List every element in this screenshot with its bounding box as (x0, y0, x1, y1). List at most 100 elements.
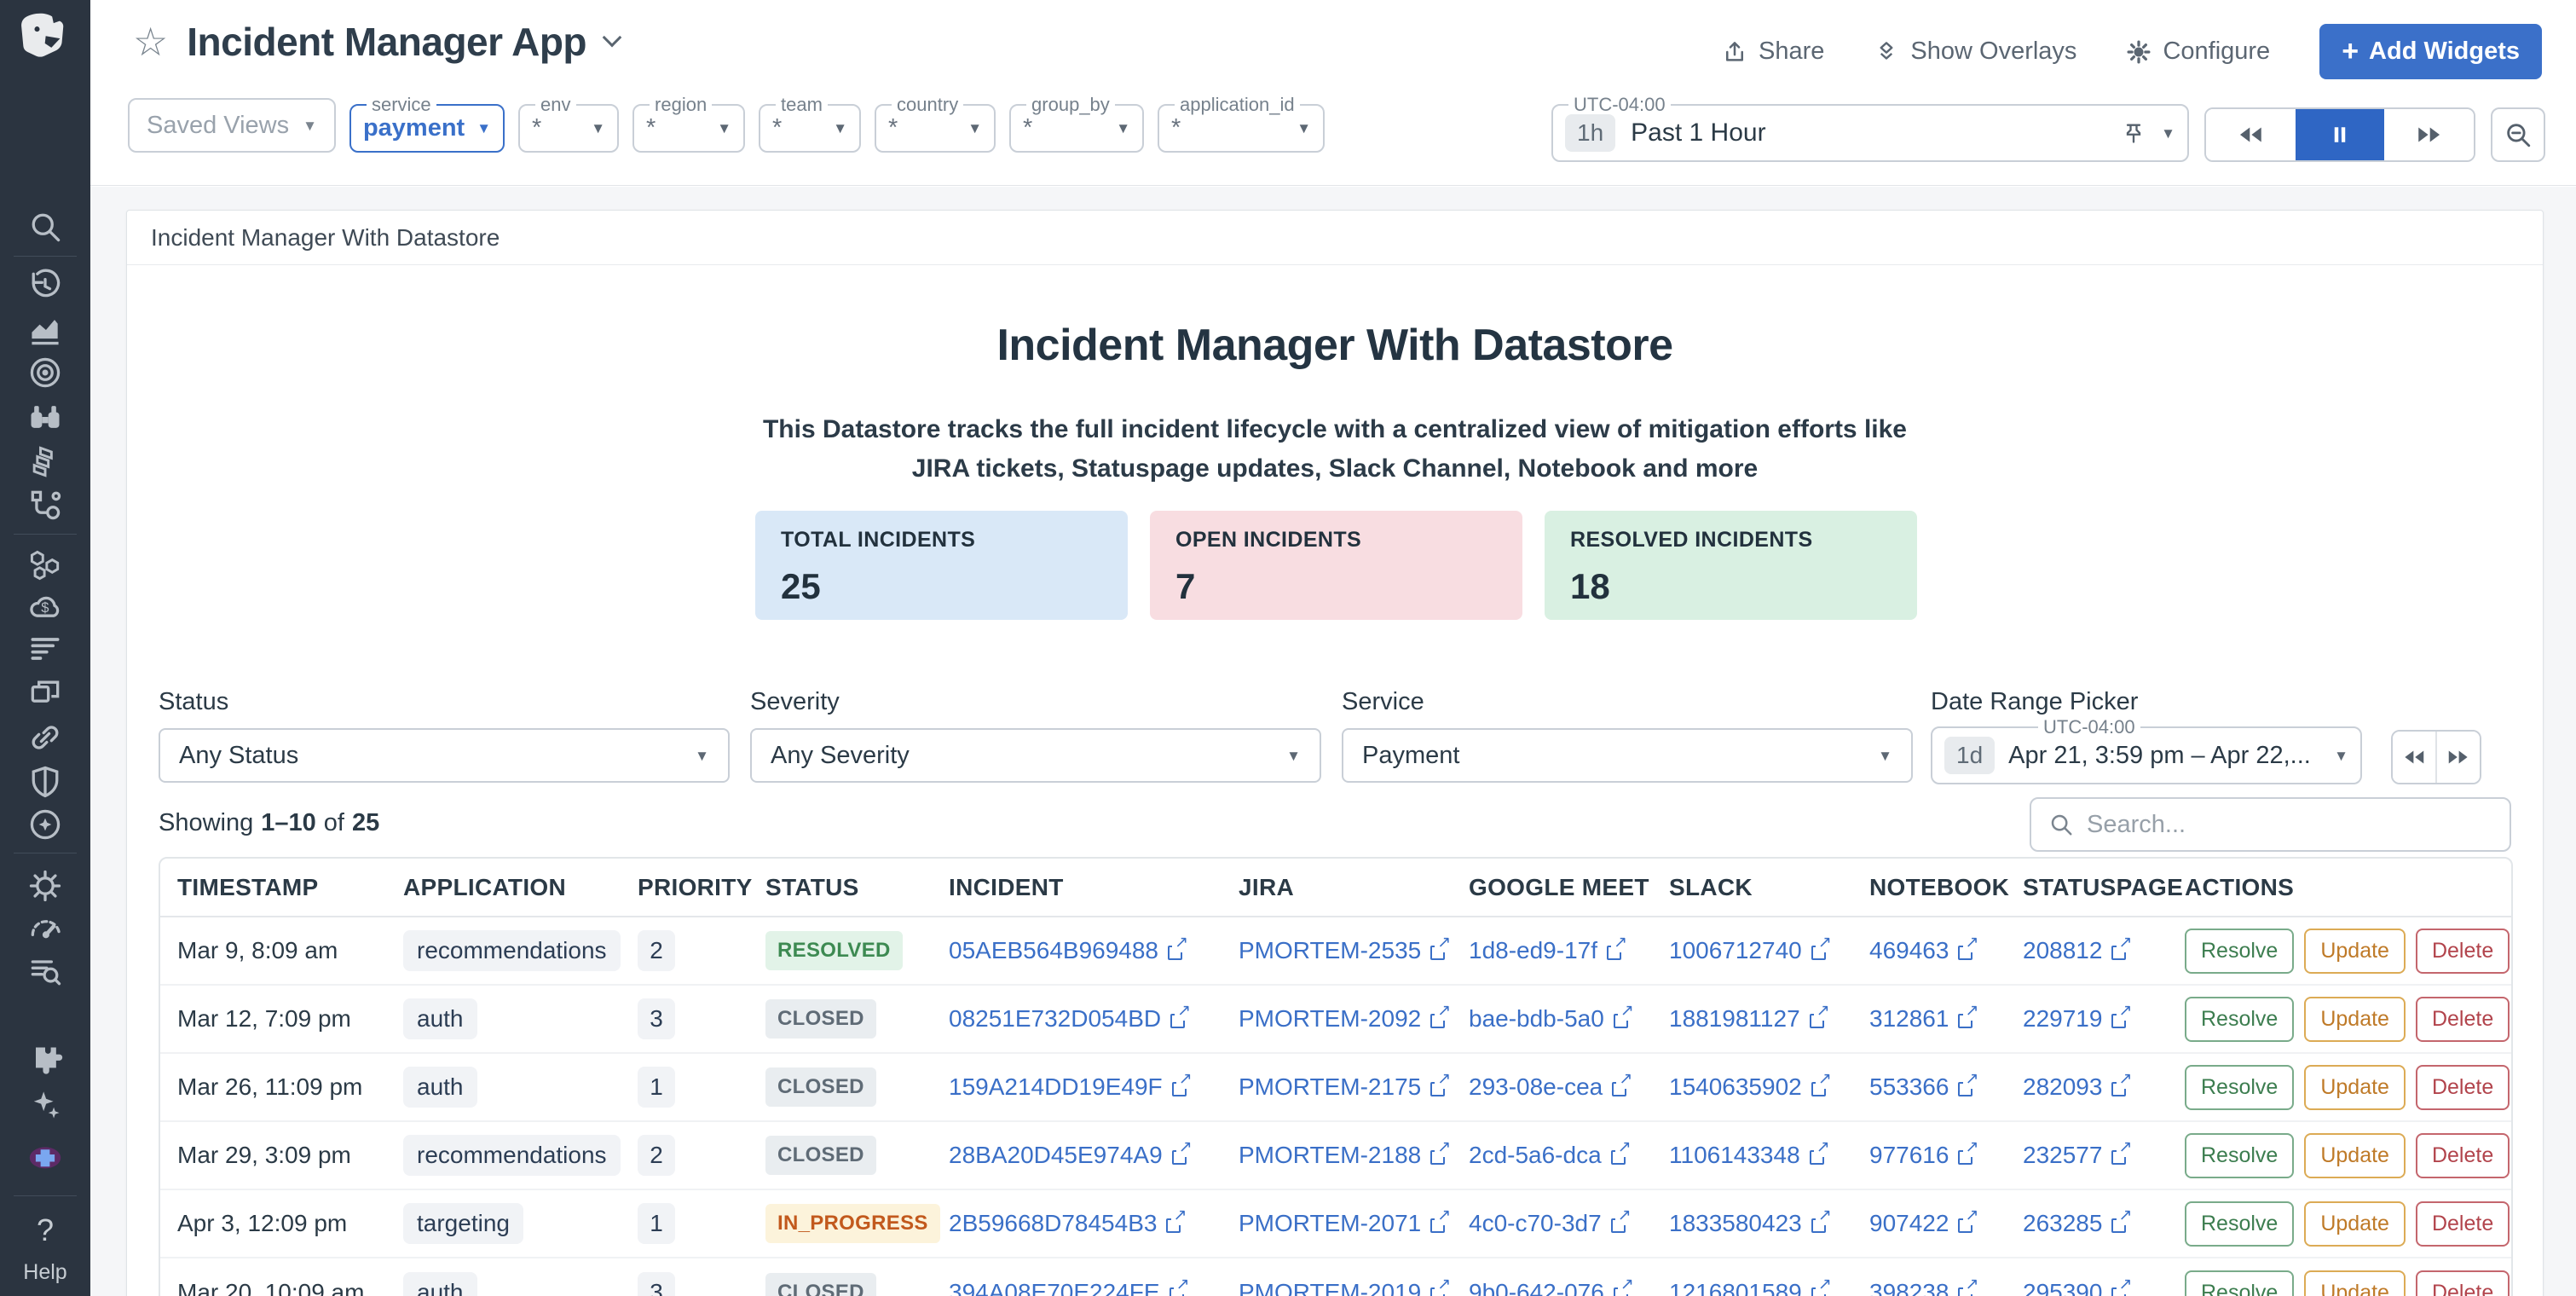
delete-button[interactable]: Delete (2416, 1133, 2510, 1178)
add-widgets-button[interactable]: Add Widgets (2319, 24, 2542, 79)
search-input[interactable] (2087, 811, 2492, 839)
slack-link[interactable]: 1216801589 (1669, 1279, 1830, 1296)
notebook-link[interactable]: 398238 (1869, 1279, 1977, 1296)
notebook-link[interactable]: 977616 (1869, 1142, 1977, 1169)
synthetics-icon[interactable] (26, 719, 64, 756)
search-icon[interactable] (26, 208, 64, 246)
software-delivery-icon[interactable] (26, 806, 64, 843)
date-range-picker[interactable]: UTC-04:00 1d Apr 21, 3:59 pm – Apr 22,..… (1931, 718, 2362, 784)
apps-icon[interactable] (26, 1136, 65, 1175)
notebook-link[interactable]: 553366 (1869, 1073, 1977, 1101)
ai-assistant-icon[interactable] (26, 1085, 64, 1123)
apm-icon[interactable] (26, 354, 64, 391)
incident-link[interactable]: 05AEB564B969488 (949, 937, 1187, 964)
datadog-logo-icon[interactable] (13, 9, 78, 78)
favorite-star-icon[interactable] (133, 22, 168, 61)
delete-button[interactable]: Delete (2416, 997, 2510, 1042)
statuspage-link[interactable]: 229719 (2023, 1005, 2130, 1033)
jira-link[interactable]: PMORTEM-2019 (1239, 1279, 1449, 1296)
google-meet-link[interactable]: 1d8-ed9-17f (1469, 937, 1626, 964)
security-icon[interactable] (26, 763, 64, 801)
update-button[interactable]: Update (2304, 1133, 2406, 1178)
zoom-out-button[interactable] (2491, 107, 2545, 162)
google-meet-link[interactable]: 293-08e-cea (1469, 1073, 1631, 1101)
history-icon[interactable] (26, 267, 64, 304)
pin-icon[interactable] (2122, 121, 2146, 145)
google-meet-link[interactable]: bae-bdb-5a0 (1469, 1005, 1632, 1033)
jira-link[interactable]: PMORTEM-2535 (1239, 937, 1449, 964)
jira-link[interactable]: PMORTEM-2092 (1239, 1005, 1449, 1033)
slack-link[interactable]: 1833580423 (1669, 1210, 1830, 1237)
filter-pill-application-id[interactable]: application_id * (1158, 95, 1325, 153)
jira-link[interactable]: PMORTEM-2175 (1239, 1073, 1449, 1101)
slack-link[interactable]: 1540635902 (1669, 1073, 1830, 1101)
show-overlays-button[interactable]: Show Overlays (1874, 38, 2076, 66)
resolve-button[interactable]: Resolve (2185, 1065, 2294, 1110)
integrations-icon[interactable] (26, 1043, 64, 1080)
share-button[interactable]: Share (1722, 38, 1824, 66)
filter-pill-region[interactable]: region * (632, 95, 745, 153)
dashboards-icon[interactable] (26, 311, 64, 349)
delete-button[interactable]: Delete (2416, 1065, 2510, 1110)
update-button[interactable]: Update (2304, 929, 2406, 974)
resolve-button[interactable]: Resolve (2185, 1133, 2294, 1178)
statuspage-link[interactable]: 295390 (2023, 1279, 2130, 1296)
filter-pill-country[interactable]: country * (875, 95, 996, 153)
delete-button[interactable]: Delete (2416, 1201, 2510, 1247)
statuspage-link[interactable]: 282093 (2023, 1073, 2130, 1101)
filter-pill-service[interactable]: service payment (349, 95, 505, 153)
service-performance-icon[interactable] (26, 910, 64, 947)
pause-button[interactable] (2296, 109, 2385, 160)
notebook-link[interactable]: 312861 (1869, 1005, 1977, 1033)
time-backward-button[interactable] (2206, 109, 2296, 160)
log-search-icon[interactable] (26, 952, 64, 990)
notebook-link[interactable]: 907422 (1869, 1210, 1977, 1237)
service-map-icon[interactable] (26, 486, 64, 524)
delete-button[interactable]: Delete (2416, 929, 2510, 974)
title-chevron-down-icon[interactable] (603, 28, 622, 48)
time-forward-button[interactable] (2384, 109, 2474, 160)
notebook-link[interactable]: 469463 (1869, 937, 1977, 964)
date-forward-button[interactable] (2437, 732, 2480, 783)
statuspage-link[interactable]: 208812 (2023, 937, 2130, 964)
resolve-button[interactable]: Resolve (2185, 929, 2294, 974)
incident-link[interactable]: 28BA20D45E974A9 (949, 1142, 1191, 1169)
incident-link[interactable]: 2B59668D78454B3 (949, 1210, 1185, 1237)
error-tracking-icon[interactable] (26, 867, 64, 905)
containers-icon[interactable] (26, 547, 64, 584)
watchdog-icon[interactable] (26, 398, 64, 436)
incident-link[interactable]: 159A214DD19E49F (949, 1073, 1191, 1101)
update-button[interactable]: Update (2304, 1065, 2406, 1110)
time-range-picker[interactable]: UTC-04:00 1h Past 1 Hour (1551, 95, 2189, 162)
filter-pill-env[interactable]: env * (518, 95, 619, 153)
deployments-icon[interactable] (26, 443, 64, 480)
update-button[interactable]: Update (2304, 997, 2406, 1042)
help-button[interactable]: Help (0, 1212, 90, 1285)
statuspage-link[interactable]: 263285 (2023, 1210, 2130, 1237)
saved-views-dropdown[interactable]: Saved Views (128, 98, 336, 153)
resolve-button[interactable]: Resolve (2185, 997, 2294, 1042)
configure-button[interactable]: Configure (2126, 38, 2270, 66)
incident-link[interactable]: 394A08E70E224FE (949, 1279, 1188, 1296)
jira-link[interactable]: PMORTEM-2188 (1239, 1142, 1449, 1169)
google-meet-link[interactable]: 9b0-642-076 (1469, 1279, 1632, 1296)
filter-pill-group-by[interactable]: group_by * (1009, 95, 1144, 153)
statuspage-link[interactable]: 232577 (2023, 1142, 2130, 1169)
widget-titlebar[interactable]: Incident Manager With Datastore (127, 211, 2543, 265)
update-button[interactable]: Update (2304, 1201, 2406, 1247)
rum-icon[interactable] (26, 674, 64, 712)
cloud-cost-icon[interactable]: $ (26, 589, 64, 627)
resolve-button[interactable]: Resolve (2185, 1201, 2294, 1247)
filter-pill-team[interactable]: team * (759, 95, 861, 153)
chevron-down-icon[interactable] (2161, 126, 2175, 141)
update-button[interactable]: Update (2304, 1270, 2406, 1296)
severity-select[interactable]: Any Severity (750, 728, 1321, 783)
logs-icon[interactable] (26, 630, 64, 668)
slack-link[interactable]: 1881981127 (1669, 1005, 1828, 1033)
google-meet-link[interactable]: 2cd-5a6-dca (1469, 1142, 1630, 1169)
delete-button[interactable]: Delete (2416, 1270, 2510, 1296)
incident-link[interactable]: 08251E732D054BD (949, 1005, 1189, 1033)
service-select[interactable]: Payment (1342, 728, 1913, 783)
jira-link[interactable]: PMORTEM-2071 (1239, 1210, 1449, 1237)
status-select[interactable]: Any Status (159, 728, 730, 783)
